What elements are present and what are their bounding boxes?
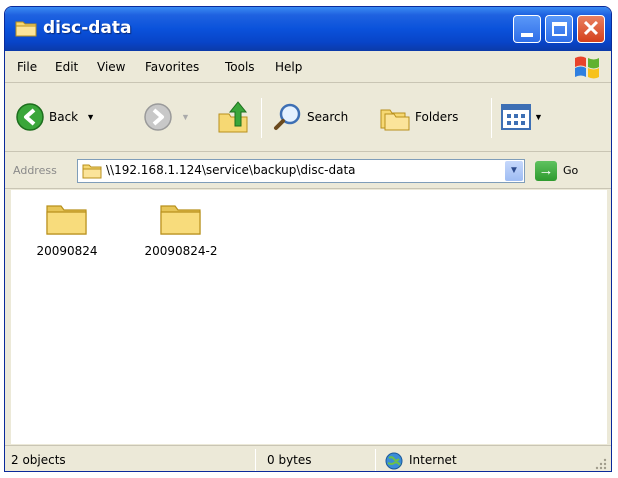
chevron-down-icon[interactable]: ▼ — [505, 161, 523, 181]
folder-icon — [160, 205, 201, 235]
go-arrow-icon[interactable]: → — [535, 161, 557, 181]
folder-icon — [15, 21, 37, 37]
close-button[interactable]: ✕ — [577, 15, 605, 43]
search-button[interactable]: Search — [273, 102, 348, 132]
maximize-button[interactable] — [545, 15, 573, 43]
status-divider — [255, 449, 256, 471]
toolbar: Back ▼ ▼ Search Folders ▼ — [5, 84, 611, 152]
folders-icon — [380, 109, 410, 131]
status-zone: Internet — [409, 453, 457, 467]
folders-button[interactable]: Folders — [379, 102, 458, 132]
chevron-down-icon[interactable]: ▼ — [534, 112, 543, 122]
windows-logo-icon — [575, 56, 599, 79]
status-bar: 2 objects 0 bytes Internet — [5, 445, 611, 471]
back-button[interactable]: Back ▼ — [15, 102, 95, 132]
internet-globe-icon — [385, 452, 403, 470]
forward-arrow-icon — [144, 103, 172, 131]
back-label: Back — [49, 110, 79, 124]
folder-name: 20090824 — [36, 244, 98, 258]
folders-label: Folders — [415, 110, 459, 124]
menu-file[interactable]: File — [17, 60, 37, 74]
folder-item[interactable]: 20090824-2 — [131, 200, 231, 258]
window-title: disc-data — [43, 18, 132, 38]
maximize-icon — [552, 22, 567, 36]
menu-edit[interactable]: Edit — [55, 60, 78, 74]
file-list-area[interactable]: 20090824 20090824-2 — [11, 190, 607, 444]
folder-name: 20090824-2 — [144, 244, 218, 258]
title-bar[interactable]: disc-data ✕ — [5, 7, 611, 51]
address-bar: Address \\192.168.1.124\service\backup\d… — [5, 153, 611, 189]
toolbar-separator — [261, 98, 262, 138]
explorer-window: disc-data ✕ File Edit View Favorites Too… — [4, 6, 612, 472]
go-button-label[interactable]: Go — [563, 164, 578, 177]
views-button[interactable]: ▼ — [501, 104, 543, 130]
status-size: 0 bytes — [267, 453, 312, 467]
search-label: Search — [307, 110, 349, 124]
up-folder-icon — [218, 101, 248, 133]
back-arrow-icon — [16, 103, 44, 131]
forward-button[interactable]: ▼ — [143, 102, 190, 132]
menu-view[interactable]: View — [97, 60, 125, 74]
chevron-down-icon[interactable]: ▼ — [86, 112, 95, 122]
menu-bar: File Edit View Favorites Tools Help — [5, 51, 611, 83]
address-path[interactable]: \\192.168.1.124\service\backup\disc-data — [106, 163, 356, 177]
toolbar-separator — [491, 98, 492, 138]
resize-grip-icon[interactable] — [595, 458, 607, 470]
status-divider — [375, 449, 376, 471]
menu-help[interactable]: Help — [275, 60, 302, 74]
menu-favorites[interactable]: Favorites — [145, 60, 199, 74]
chevron-down-icon[interactable]: ▼ — [181, 112, 190, 122]
menu-tools[interactable]: Tools — [225, 60, 255, 74]
search-icon — [274, 103, 301, 130]
address-label: Address — [13, 164, 57, 177]
address-field[interactable]: \\192.168.1.124\service\backup\disc-data… — [77, 159, 525, 183]
minimize-button[interactable] — [513, 15, 541, 43]
close-icon: ✕ — [581, 16, 601, 41]
folder-item[interactable]: 20090824 — [17, 200, 117, 258]
folder-icon — [46, 205, 87, 235]
folder-icon — [82, 164, 102, 179]
minimize-icon — [521, 33, 533, 37]
views-icon — [501, 104, 531, 130]
up-folder-button[interactable] — [217, 100, 249, 134]
status-object-count: 2 objects — [11, 453, 66, 467]
